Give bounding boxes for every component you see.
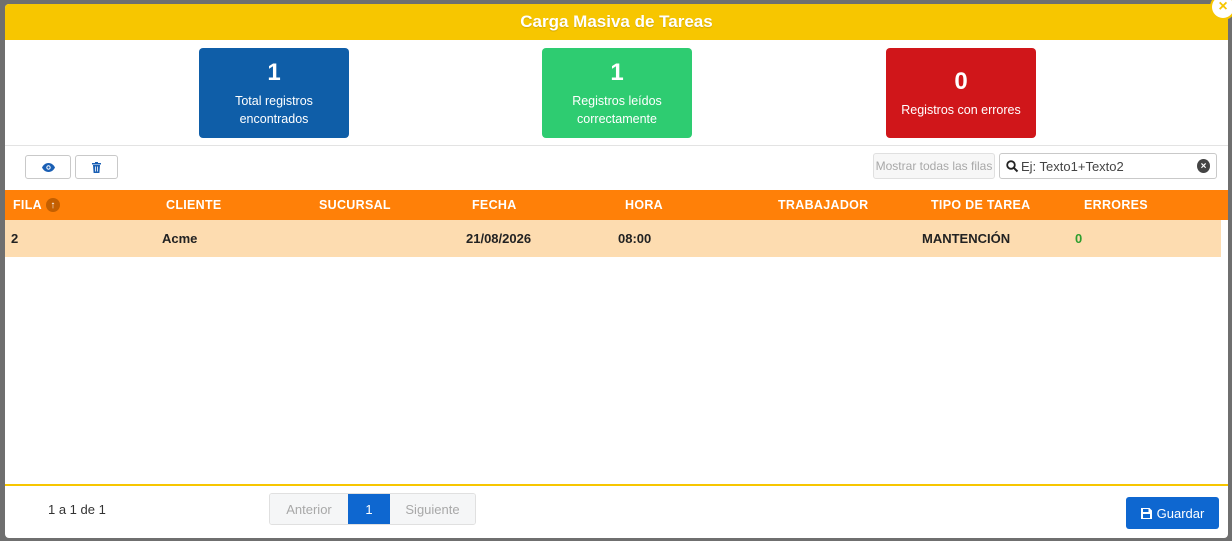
col-fila-header[interactable]: FILA ↑	[13, 190, 60, 220]
clear-search-icon[interactable]: ×	[1197, 159, 1210, 173]
view-button[interactable]	[25, 155, 71, 179]
next-page-button[interactable]: Siguiente	[390, 494, 475, 524]
search-box: ×	[999, 153, 1217, 179]
save-button-label: Guardar	[1156, 505, 1205, 521]
bulk-upload-modal: Carga Masiva de Tareas 1 Total registros…	[5, 4, 1228, 538]
show-all-rows-button[interactable]: Mostrar todas las filas	[873, 153, 995, 179]
search-icon	[1006, 159, 1019, 172]
cell-fila: 2	[11, 231, 19, 246]
save-button[interactable]: Guardar	[1126, 497, 1219, 529]
eye-icon	[41, 162, 55, 172]
col-fila-label: FILA	[13, 198, 42, 212]
stat-error-records: 0 Registros con errores	[886, 48, 1036, 138]
stat-read-value: 1	[610, 59, 624, 86]
floppy-disk-icon	[1140, 507, 1152, 519]
col-cliente-header[interactable]: CLIENTE	[166, 190, 222, 220]
pagination-range: 1 a 1 de 1	[48, 502, 106, 517]
col-tipo-tarea-header[interactable]: TIPO DE TAREA	[931, 190, 1031, 220]
sort-ascending-icon[interactable]: ↑	[45, 198, 60, 212]
stat-error-label: Registros con errores	[901, 103, 1021, 117]
col-hora-header[interactable]: HORA	[625, 190, 663, 220]
col-fecha-header[interactable]: FECHA	[472, 190, 517, 220]
cell-errores: 0	[1075, 231, 1083, 246]
search-input[interactable]	[1021, 158, 1197, 174]
page-1-button[interactable]: 1	[348, 494, 390, 524]
delete-button[interactable]	[75, 155, 118, 179]
stat-error-value: 0	[954, 68, 968, 95]
modal-title: Carga Masiva de Tareas	[520, 12, 713, 31]
cell-hora: 08:00	[618, 231, 652, 246]
stats-panel: 1 Total registros encontrados 1 Registros…	[5, 40, 1228, 146]
table-toolbar: Mostrar todas las filas ×	[5, 146, 1228, 190]
cell-fecha: 21/08/2026	[466, 231, 532, 246]
trash-icon	[92, 161, 101, 173]
stat-read-label-2: correctamente	[577, 112, 657, 126]
stat-total-label-2: encontrados	[239, 112, 309, 126]
cell-cliente: Acme	[162, 231, 198, 246]
cell-tipo-tarea: MANTENCIÓN	[922, 231, 1011, 246]
modal-footer: 1 a 1 de 1 Anterior 1 Siguiente Guardar	[5, 484, 1228, 538]
col-sucursal-header[interactable]: SUCURSAL	[319, 190, 391, 220]
stat-read-label-1: Registros leídos	[572, 94, 662, 108]
modal-header: Carga Masiva de Tareas	[5, 4, 1228, 40]
col-trabajador-header[interactable]: TRABAJADOR	[778, 190, 869, 220]
col-errores-header[interactable]: ERRORES	[1084, 190, 1148, 220]
table-row[interactable]: 2 Acme 21/08/2026 08:00 MANTENCIÓN 0	[5, 220, 1221, 257]
previous-page-button[interactable]: Anterior	[270, 494, 348, 524]
stat-total-records: 1 Total registros encontrados	[199, 48, 349, 138]
table-header: FILA ↑ CLIENTE SUCURSAL FECHA HORA TRABA…	[5, 190, 1228, 220]
stat-total-value: 1	[267, 59, 281, 86]
stat-total-label-1: Total registros	[235, 94, 313, 108]
pagination: Anterior 1 Siguiente	[269, 493, 476, 525]
stat-read-records: 1 Registros leídos correctamente	[542, 48, 692, 138]
